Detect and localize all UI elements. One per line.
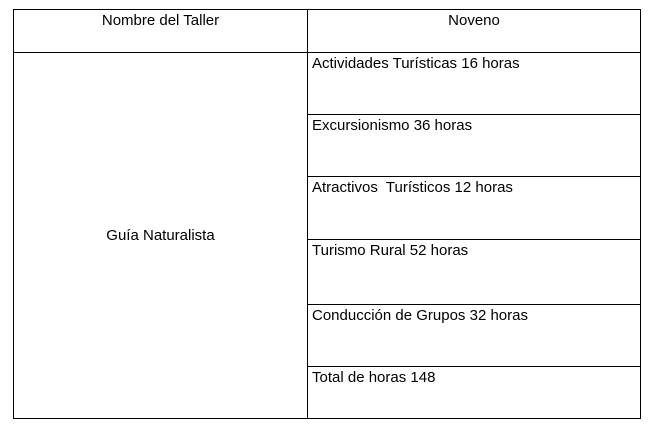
- total-hours-cell: Total de horas 148: [307, 365, 641, 420]
- subject-cell: Excursionismo 36 horas: [307, 114, 641, 178]
- subject-cell: Turismo Rural 52 horas: [307, 238, 641, 305]
- workshop-name-cell: Guía Naturalista: [13, 52, 308, 419]
- subject-cell: Actividades Turísticas 16 horas: [307, 52, 641, 116]
- subject-cell: Conducción de Grupos 32 horas: [307, 303, 641, 367]
- subject-cell: Atractivos Turísticos 12 horas: [307, 176, 641, 240]
- header-grade: Noveno: [307, 8, 641, 54]
- table-header-row: Nombre del Taller Noveno: [13, 8, 641, 54]
- workshop-table: Nombre del Taller Noveno Guía Naturalist…: [13, 8, 641, 420]
- table-row: Guía Naturalista Actividades Turísticas …: [13, 52, 641, 419]
- header-workshop-name: Nombre del Taller: [13, 8, 308, 54]
